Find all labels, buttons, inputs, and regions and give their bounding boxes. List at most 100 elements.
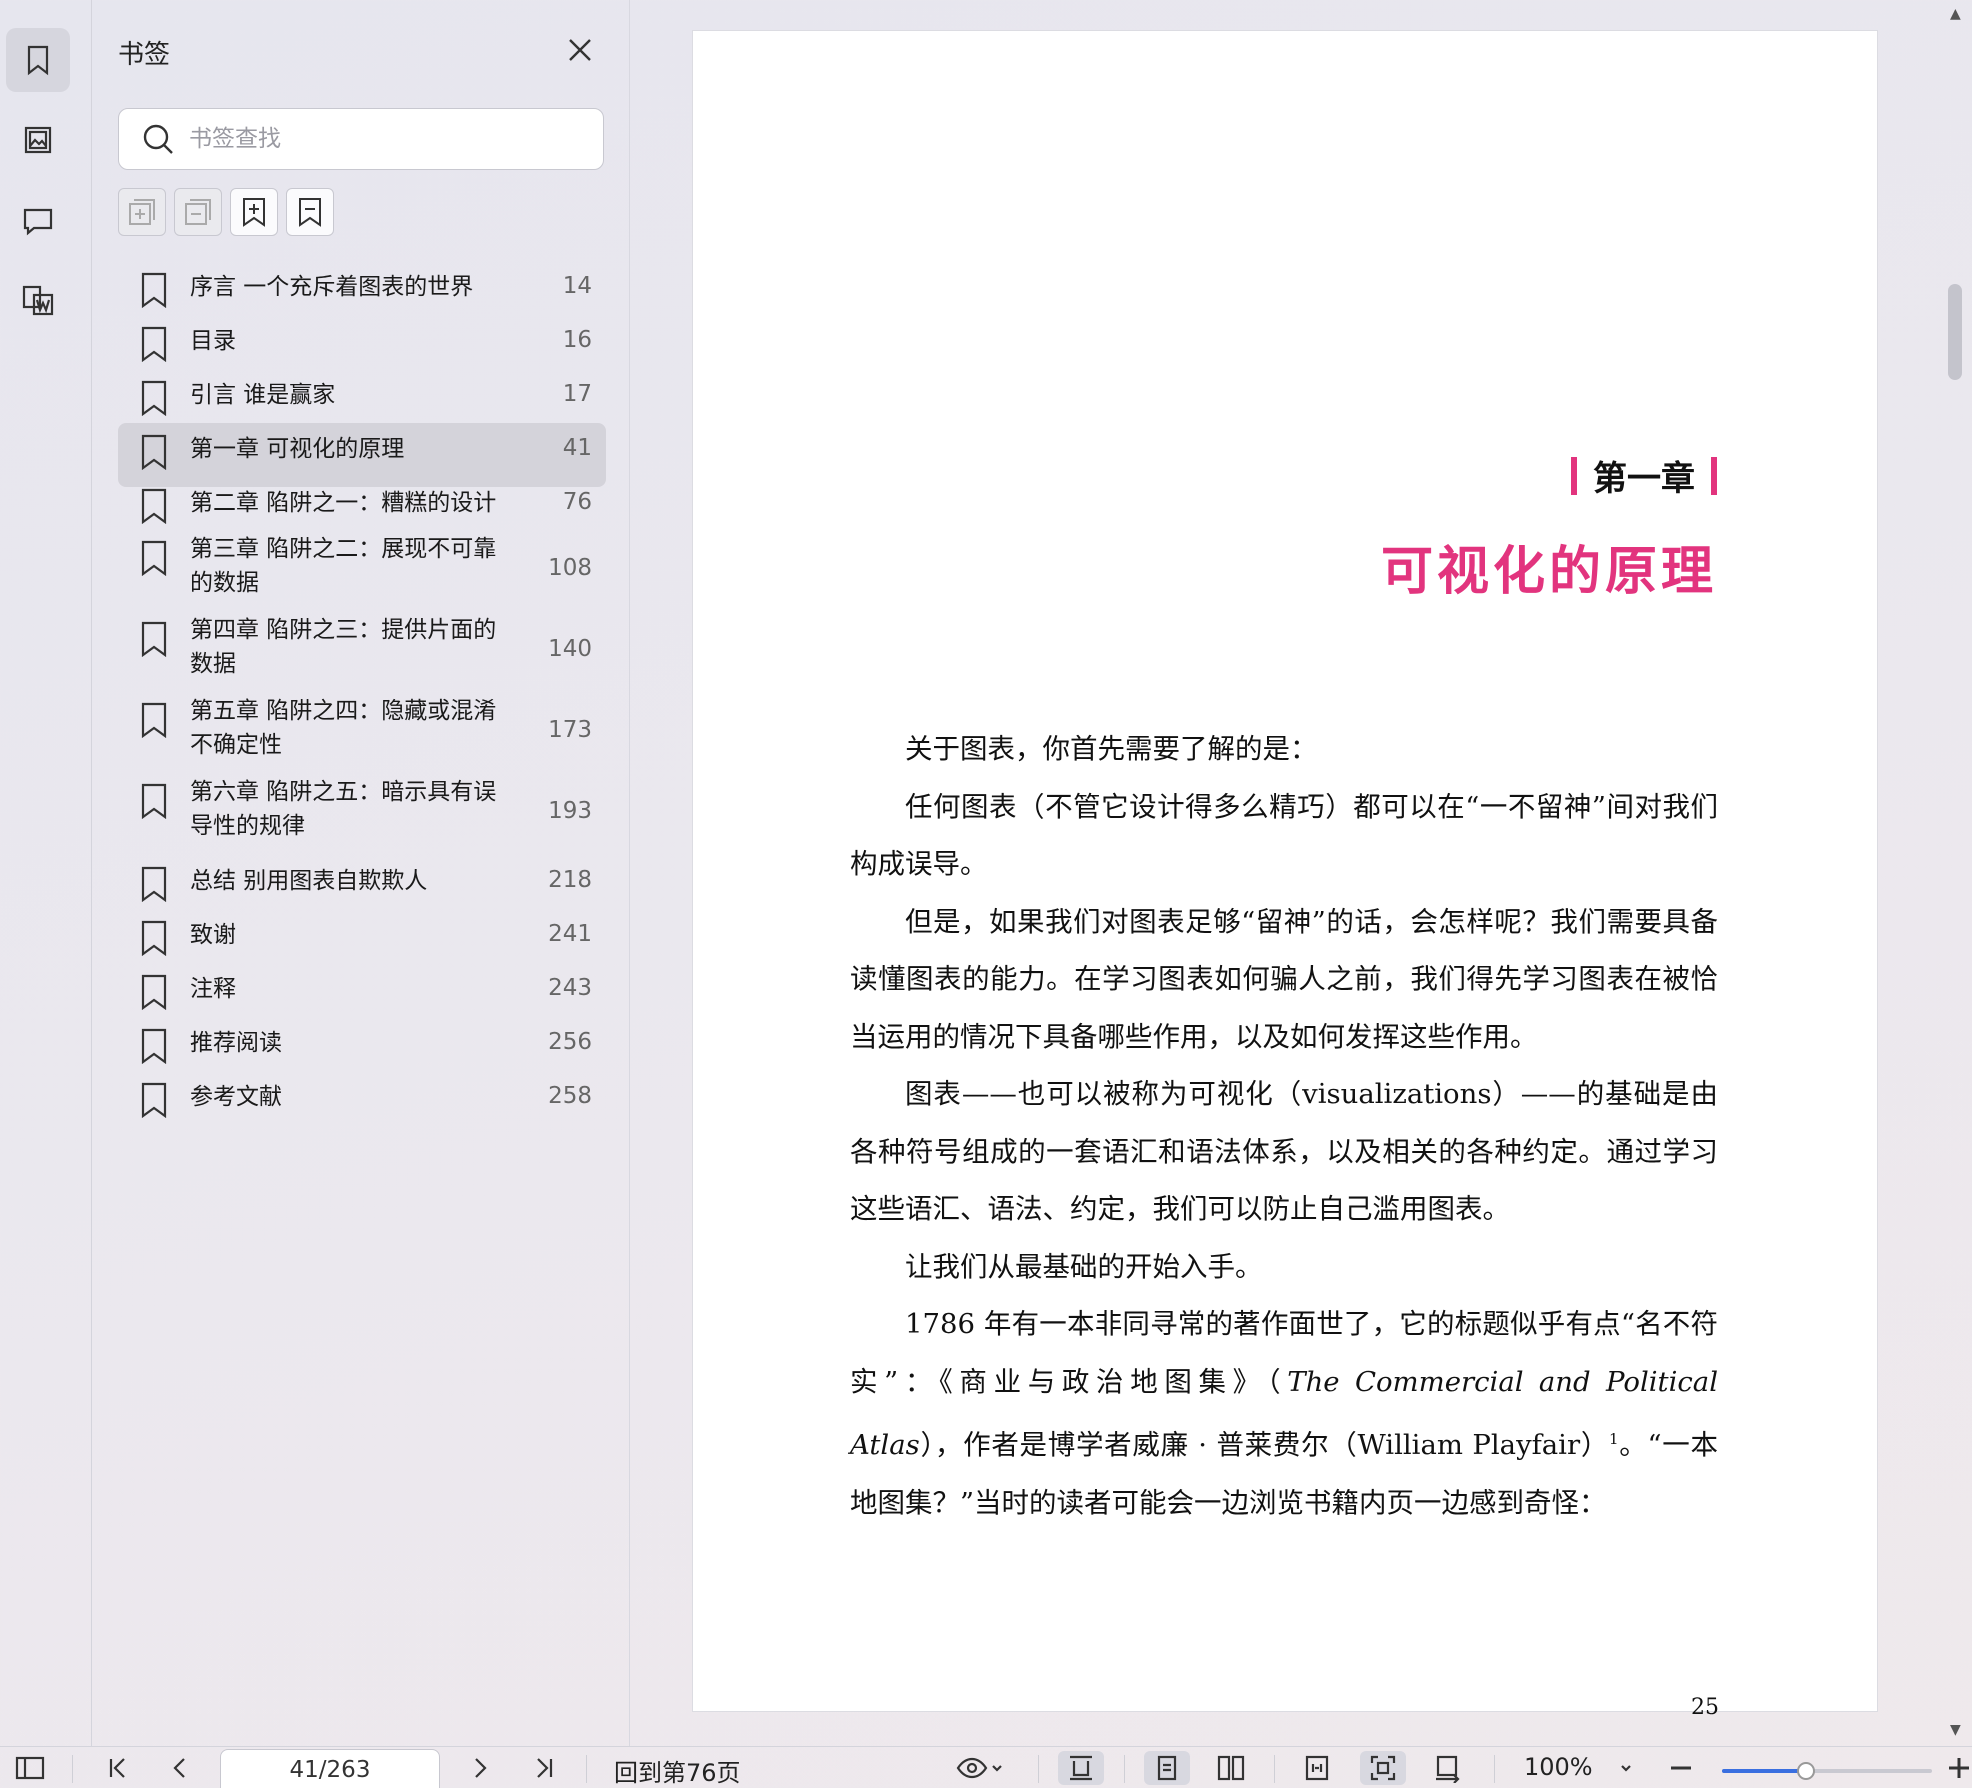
fit-width-button[interactable]	[1294, 1751, 1340, 1785]
rail-comments-button[interactable]	[6, 188, 70, 252]
bookmark-label: 序言 一个充斥着图表的世界	[190, 274, 474, 300]
back-to-page-link[interactable]: 回到第76页	[614, 1753, 741, 1788]
bookmark-icon	[140, 380, 168, 417]
bookmark-item[interactable]: 推荐阅读 256	[118, 1017, 606, 1071]
bookmark-icon	[140, 866, 168, 903]
bookmark-icon	[140, 540, 168, 577]
last-page-button[interactable]	[526, 1751, 562, 1785]
bookmark-item[interactable]: 引言 谁是赢家 17	[118, 369, 606, 423]
zoom-dropdown-button[interactable]	[1616, 1751, 1636, 1785]
close-panel-button[interactable]	[564, 34, 596, 66]
page-number-input[interactable]	[220, 1749, 440, 1788]
remove-bookmark-icon	[299, 198, 321, 227]
bookmark-icon	[140, 488, 168, 525]
bookmark-label: 第六章 陷阱之五：暗示具有误导性的规律	[190, 779, 497, 839]
bookmark-item[interactable]: 总结 别用图表自欺欺人 218	[118, 855, 606, 909]
previous-page-button[interactable]	[162, 1751, 198, 1785]
fit-page-button[interactable]	[1360, 1751, 1406, 1785]
word-convert-icon	[22, 285, 54, 316]
bookmark-page: 173	[548, 717, 592, 743]
paragraph: 但是，如果我们对图表足够“留神”的话，会怎样呢？我们需要具备读懂图表的能力。在学…	[850, 905, 1718, 1053]
bookmark-page: 17	[562, 381, 592, 407]
zoom-in-button[interactable]	[1946, 1751, 1972, 1785]
divider	[586, 1755, 587, 1783]
bookmark-label: 第四章 陷阱之三：提供片面的数据	[190, 617, 497, 677]
divider	[1038, 1755, 1039, 1783]
bookmark-item[interactable]: 序言 一个充斥着图表的世界 14	[118, 261, 606, 315]
rail-bookmarks-button[interactable]	[6, 28, 70, 92]
zoom-level[interactable]: 100%	[1524, 1753, 1593, 1781]
paragraph: 关于图表，你首先需要了解的是：	[905, 733, 1318, 765]
bookmark-page: 256	[548, 1029, 592, 1055]
rotate-page-button[interactable]	[1424, 1751, 1470, 1785]
bookmark-item[interactable]: 第三章 陷阱之二：展现不可靠的数据 108	[118, 531, 606, 612]
chevron-left-icon	[173, 1758, 185, 1778]
last-page-icon	[537, 1758, 553, 1778]
zoom-slider-knob[interactable]	[1797, 1762, 1815, 1780]
bookmark-page: 14	[562, 273, 592, 299]
two-page-button[interactable]	[1208, 1751, 1254, 1785]
scroll-thumb[interactable]	[1948, 284, 1962, 380]
bookmark-item[interactable]: 第二章 陷阱之一：糟糕的设计 76	[118, 477, 606, 531]
bookmark-label: 第五章 陷阱之四：隐藏或混淆不确定性	[190, 698, 497, 758]
bookmark-label: 注释	[190, 976, 236, 1002]
bookmark-icon	[140, 1028, 168, 1065]
bookmark-label: 引言 谁是赢家	[190, 382, 336, 408]
single-page-icon	[1157, 1755, 1177, 1781]
side-rail	[0, 0, 92, 1746]
zoom-slider-fill	[1722, 1769, 1806, 1773]
panel-title: 书签	[118, 40, 171, 70]
continuous-scroll-button[interactable]	[1058, 1751, 1104, 1785]
bookmark-panel: 书签 序言 一个充斥着图表的世界 14 目录 16 引言 谁是赢家 17 第一章 可视化的原…	[92, 0, 630, 1746]
add-bookmark-button[interactable]	[230, 188, 278, 236]
scroll-down-icon[interactable]: ▼	[1950, 1722, 1961, 1738]
bookmark-toolbar	[118, 188, 334, 236]
collapse-all-button[interactable]	[174, 188, 222, 236]
next-page-button[interactable]	[462, 1751, 498, 1785]
bookmark-label: 致谢	[190, 922, 236, 948]
footnote-marker[interactable]: 1	[1609, 1430, 1619, 1448]
bookmark-label: 第一章 可视化的原理	[190, 436, 405, 462]
reading-mode-button[interactable]	[950, 1751, 1010, 1785]
bookmark-label: 推荐阅读	[190, 1030, 282, 1056]
chevron-right-icon	[475, 1758, 487, 1778]
bookmark-label: 第二章 陷阱之一：糟糕的设计	[190, 490, 497, 516]
bookmark-item[interactable]: 致谢 241	[118, 909, 606, 963]
two-page-icon	[1217, 1755, 1245, 1781]
divider	[1274, 1755, 1275, 1783]
bookmark-item[interactable]: 第六章 陷阱之五：暗示具有误导性的规律 193	[118, 774, 606, 855]
divider	[1124, 1755, 1125, 1783]
bookmark-item[interactable]: 注释 243	[118, 963, 606, 1017]
bookmark-search[interactable]	[118, 108, 604, 170]
first-page-button[interactable]	[100, 1751, 136, 1785]
plus-icon	[1949, 1758, 1969, 1778]
rail-thumbnails-button[interactable]	[6, 108, 70, 172]
bookmark-search-input[interactable]	[189, 126, 589, 152]
bookmark-item[interactable]: 目录 16	[118, 315, 606, 369]
zoom-slider[interactable]	[1722, 1762, 1932, 1780]
bookmark-icon	[140, 621, 168, 658]
single-page-button[interactable]	[1144, 1751, 1190, 1785]
zoom-out-button[interactable]	[1664, 1751, 1698, 1785]
bookmark-page: 76	[562, 489, 592, 515]
bookmark-item[interactable]: 参考文献 258	[118, 1071, 606, 1125]
vertical-scrollbar[interactable]: ▲ ▼	[1944, 0, 1972, 1746]
remove-bookmark-button[interactable]	[286, 188, 334, 236]
toggle-sidebar-button[interactable]	[12, 1751, 48, 1785]
paragraph: 让我们从最基础的开始入手。	[905, 1250, 1263, 1283]
bookmark-page: 241	[548, 921, 592, 947]
fit-width-icon	[1305, 1755, 1329, 1781]
document-viewer[interactable]: 第一章 可视化的原理 关于图表，你首先需要了解的是： 任何图表（不管它设计得多么…	[631, 0, 1972, 1746]
chevron-down-icon	[992, 1765, 1002, 1772]
comment-icon	[23, 208, 53, 236]
bookmark-item[interactable]: 第四章 陷阱之三：提供片面的数据 140	[118, 612, 606, 693]
chapter-bar-right	[1711, 456, 1717, 495]
scroll-up-icon[interactable]: ▲	[1950, 6, 1961, 22]
chapter-number-text: 第一章	[1593, 459, 1695, 499]
rail-convert-button[interactable]	[6, 268, 70, 332]
expand-all-button[interactable]	[118, 188, 166, 236]
bookmark-page: 140	[548, 636, 592, 662]
paragraph: 图表——也可以被称为可视化（visualizations）——的基础是由各种符号…	[850, 1078, 1718, 1225]
status-bar: 回到第76页 100%	[0, 1746, 1972, 1788]
bookmark-item[interactable]: 第五章 陷阱之四：隐藏或混淆不确定性 173	[118, 693, 606, 774]
